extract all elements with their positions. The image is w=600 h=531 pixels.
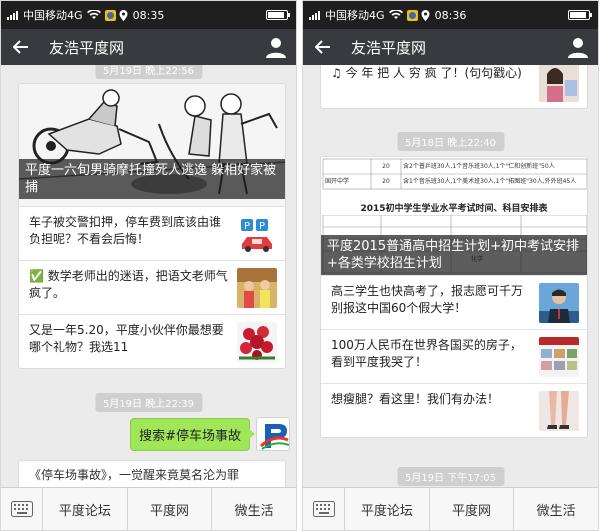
phone-screen-right: 中国移动 4G 08:36 友浩平度网 ♫ 今 年 把 人 穷 疯 了！(句句戳… (302, 0, 599, 531)
news-item[interactable]: 车子被交警扣押，停车费到底该由谁负担呢？不看会后悔！ P P (19, 206, 285, 260)
nav-bar: 友浩平度网 (1, 29, 296, 65)
network-label: 4G (369, 8, 385, 22)
roses-photo-thumb (237, 322, 277, 362)
back-button[interactable] (303, 29, 343, 65)
timestamp-chip: 5月19日 晚上22:39 (94, 393, 203, 412)
news-item-title: ♫ 今 年 把 人 穷 疯 了！(句句戳心) (331, 66, 522, 80)
app-badge-icon (406, 9, 418, 21)
table-cell-number: 20 (382, 178, 390, 185)
news-item[interactable]: 又是一年5.20，平度小伙伴你最想要哪个礼物？我选11 (19, 314, 285, 368)
phone-screen-left: 中国移动 4G 08:35 友浩平度网 5月19日 晚上22:56 平度一六旬男… (0, 0, 297, 531)
menu-tab-life[interactable]: 微生活 (514, 488, 598, 530)
wifi-icon (388, 10, 403, 19)
news-item-title: 又是一年5.20，平度小伙伴你最想要哪个礼物？我选11 (29, 323, 224, 354)
account-avatar[interactable] (256, 417, 290, 451)
legs-photo-thumb (539, 391, 579, 431)
news-card-title: 《停车场事故》，一觉醒来竟莫名沦为罪 (29, 468, 240, 482)
table-cell-number: 20 (382, 163, 390, 170)
signal-icon (309, 10, 321, 20)
back-arrow-icon (13, 40, 28, 54)
carrier-label: 中国移动 (325, 9, 369, 22)
news-item[interactable]: 100万人民币在世界各国买的房子，看到平度我哭了！ (321, 329, 587, 383)
news-card[interactable]: 20 含2个普乒班30人,1个音乐班30人,1个"仁和创新班"50人 国开中学 … (320, 156, 588, 438)
schedule-title: 2015初中学生学业水平考试时间、科目安排表 (360, 204, 548, 214)
cover-caption: 平度一六旬男骑摩托撞死人逃逸 躲相好家被捕 (19, 159, 285, 199)
news-item-title: 100万人民币在世界各国买的房子，看到平度我哭了！ (331, 338, 522, 369)
table-cell-school: 国开中学 (325, 178, 350, 185)
chat-content[interactable]: ♫ 今 年 把 人 穷 疯 了！(句句戳心) 5月18日 晚上22:40 20 … (303, 65, 598, 487)
svg-text:P: P (244, 221, 250, 232)
parking-illustration-thumb: P P (237, 214, 277, 254)
back-button[interactable] (1, 29, 41, 65)
timestamp-chip: 5月19日 下午17:05 (396, 467, 505, 486)
menu-tab-site[interactable]: 平度网 (128, 488, 213, 530)
keyboard-icon (10, 501, 33, 517)
news-card[interactable]: 平度一六旬男骑摩托撞死人逃逸 躲相好家被捕 车子被交警扣押，停车费到底该由谁负担… (18, 83, 286, 369)
screenshot-pair: 中国移动 4G 08:35 友浩平度网 5月19日 晚上22:56 平度一六旬男… (0, 0, 600, 531)
news-item[interactable]: 高三学生也快高考了，报志愿可千万别报这中国60个假大学！ (321, 275, 587, 329)
news-item[interactable]: 想瘦腿？看这里！我们有办法！ (321, 383, 587, 437)
cover-image[interactable]: 平度一六旬男骑摩托撞死人逃逸 躲相好家被捕 (19, 84, 285, 206)
status-bar: 中国移动 4G 08:36 (303, 1, 598, 29)
page-title: 友浩平度网 (49, 38, 125, 57)
sent-message-bubble[interactable]: 搜索#停车场事故 (130, 418, 255, 451)
battery-icon (568, 10, 592, 20)
keyboard-icon (312, 501, 335, 517)
user-profile-icon[interactable] (264, 35, 288, 59)
timestamp-chip: 5月19日 晚上22:56 (94, 65, 203, 79)
network-label: 4G (67, 8, 83, 22)
bottom-menu: 平度论坛 平度网 微生活 (1, 487, 296, 530)
news-item-title: 车子被交警扣押，停车费到底该由谁负担呢？不看会后悔！ (29, 215, 222, 246)
table-cell-desc: 含2个普乒班30人,1个音乐班30人,1个"仁和创新班"50人 (403, 163, 555, 170)
wifi-icon (86, 10, 101, 19)
bottom-menu: 平度论坛 平度网 微生活 (303, 487, 598, 530)
classroom-photo-thumb (237, 268, 277, 308)
poster-houses-thumb (539, 337, 579, 377)
cover-caption: 平度2015普通高中招生计划+初中考试安排+各类学校招生计划 (321, 235, 587, 275)
chat-content[interactable]: 5月19日 晚上22:56 平度一六旬男骑摩托撞死人逃逸 躲相好家被捕 车子被交… (1, 65, 296, 487)
location-icon (421, 9, 430, 21)
girl-photo-thumb (539, 65, 579, 102)
back-arrow-icon (315, 40, 330, 54)
app-badge-icon (104, 9, 116, 21)
menu-tab-site[interactable]: 平度网 (430, 488, 515, 530)
news-card-partial[interactable]: ♫ 今 年 把 人 穷 疯 了！(句句戳心) (320, 65, 588, 109)
status-bar: 中国移动 4G 08:35 (1, 1, 296, 29)
user-profile-icon[interactable] (566, 35, 590, 59)
menu-tab-forum[interactable]: 平度论坛 (43, 488, 128, 530)
nav-bar: 友浩平度网 (303, 29, 598, 65)
cover-image[interactable]: 20 含2个普乒班30人,1个音乐班30人,1个"仁和创新班"50人 国开中学 … (321, 157, 587, 275)
table-cell-desc: 含1个音乐班30人,1个美术班30人,1个"拓图班"30人,外外班45人 (403, 178, 577, 185)
news-item-title: ✅ 数学老师出的迷语，把语文老师气疯了。 (29, 269, 228, 300)
menu-tab-life[interactable]: 微生活 (212, 488, 296, 530)
battery-icon (266, 10, 290, 20)
carrier-label: 中国移动 (23, 9, 67, 22)
news-item[interactable]: ✅ 数学老师出的迷语，把语文老师气疯了。 (19, 260, 285, 314)
table-cell-school (325, 159, 369, 174)
news-item-title: 高三学生也快高考了，报志愿可千万别报这中国60个假大学！ (331, 284, 524, 315)
keyboard-toggle-button[interactable] (303, 488, 345, 530)
signal-icon (7, 10, 19, 20)
page-title: 友浩平度网 (351, 38, 427, 57)
timestamp-chip: 5月18日 晚上22:40 (396, 132, 505, 151)
location-icon (119, 9, 128, 21)
keyboard-toggle-button[interactable] (1, 488, 43, 530)
menu-tab-forum[interactable]: 平度论坛 (345, 488, 430, 530)
svg-text:P: P (259, 221, 265, 232)
news-card-partial[interactable]: 《停车场事故》，一觉醒来竟莫名沦为罪 (18, 460, 286, 487)
man-portrait-thumb (539, 283, 579, 323)
news-item-title: 想瘦腿？看这里！我们有办法！ (331, 392, 500, 406)
